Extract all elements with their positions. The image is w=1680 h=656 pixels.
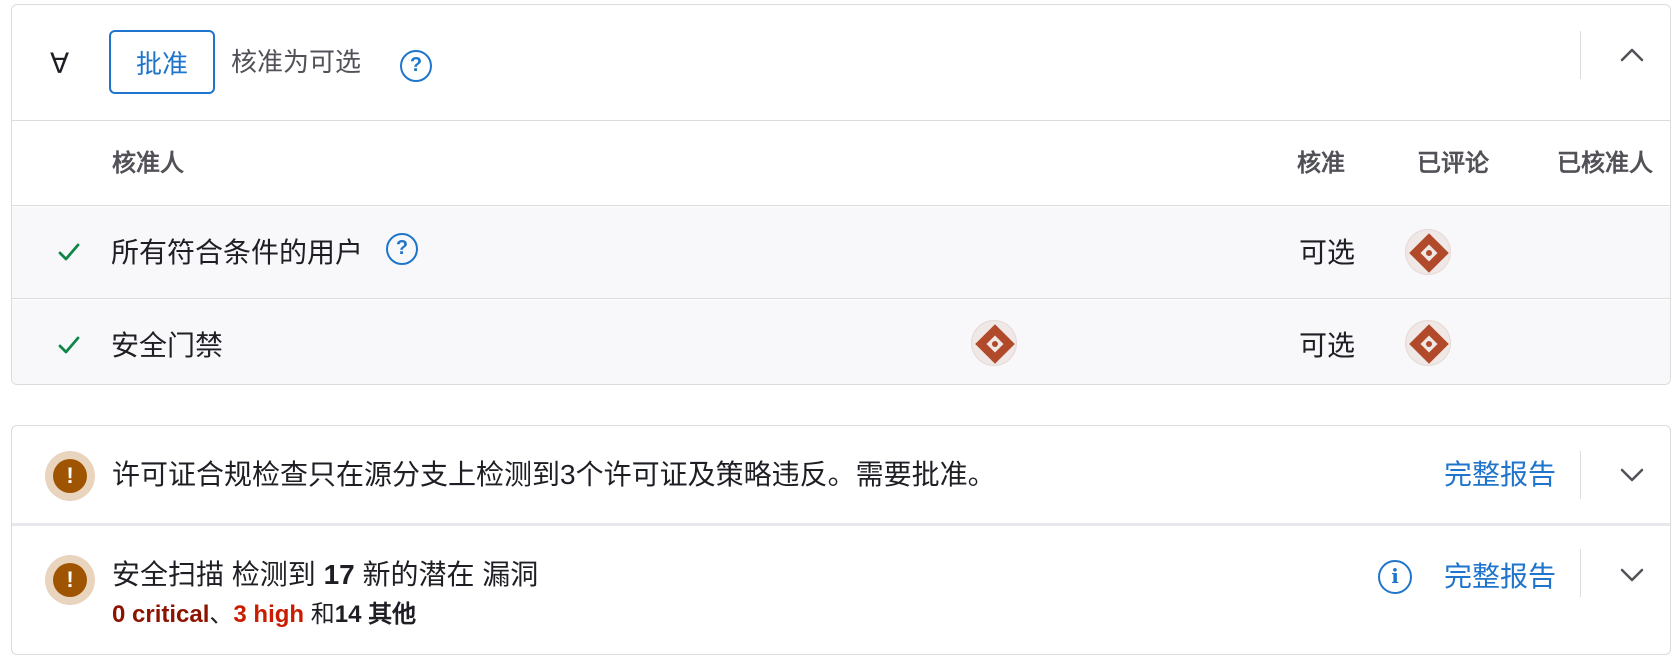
- divider: [1580, 31, 1581, 79]
- rule-name: 所有符合条件的用户: [111, 237, 364, 268]
- critical-count: 0 critical: [112, 601, 210, 628]
- approval-status: 核准为可选: [231, 47, 362, 77]
- full-report-link[interactable]: 完整报告: [1444, 559, 1556, 595]
- approval-rule-row: 所有符合条件的用户 ? 可选: [12, 207, 1670, 299]
- other-count: 14 其他: [334, 601, 417, 628]
- chevron-down-icon: [1620, 568, 1644, 582]
- help-icon[interactable]: ?: [400, 50, 432, 82]
- approval-table-header: 核准人 核准 已评论 已核准人: [12, 122, 1670, 206]
- divider: [1580, 451, 1581, 499]
- security-summary-prefix: 安全扫描 检测到: [112, 559, 324, 590]
- commenter-avatar[interactable]: [1405, 229, 1451, 275]
- expand-button[interactable]: [1608, 451, 1656, 499]
- severity-breakdown: 0 critical、3 high 和14 其他: [112, 599, 416, 631]
- security-summary: 安全扫描 检测到 17 新的潜在 漏洞: [112, 557, 538, 593]
- chevron-down-icon: [1620, 468, 1644, 482]
- warning-icon: !: [45, 555, 95, 605]
- warning-icon: !: [45, 451, 95, 501]
- info-icon[interactable]: i: [1378, 560, 1412, 594]
- separator: 和: [304, 601, 335, 628]
- chevron-up-icon: [1620, 48, 1644, 62]
- rule-name: 安全门禁: [111, 330, 224, 361]
- column-commented: 已评论: [1417, 150, 1489, 177]
- full-report-link[interactable]: 完整报告: [1444, 457, 1556, 493]
- divider: [1580, 549, 1581, 597]
- security-summary-suffix: 新的潜在 漏洞: [354, 559, 539, 590]
- expand-button[interactable]: [1608, 551, 1656, 599]
- license-summary: 许可证合规检查只在源分支上检测到3个许可证及策略违反。需要批准。: [112, 459, 996, 490]
- approval-icon: ∀: [50, 47, 70, 80]
- separator: 、: [209, 601, 234, 628]
- help-icon[interactable]: ?: [386, 233, 418, 265]
- rule-requirement: 可选: [1299, 237, 1356, 268]
- rule-requirement: 可选: [1299, 330, 1356, 361]
- commenter-avatar[interactable]: [1405, 320, 1451, 366]
- approver-avatar[interactable]: [971, 320, 1017, 366]
- license-compliance-widget: ! 许可证合规检查只在源分支上检测到3个许可证及策略违反。需要批准。 完整报告: [12, 426, 1670, 526]
- collapse-button[interactable]: [1608, 31, 1656, 79]
- vulnerability-count: 17: [323, 559, 355, 590]
- check-icon: [58, 243, 80, 261]
- report-widgets-card: ! 许可证合规检查只在源分支上检测到3个许可证及策略违反。需要批准。 完整报告 …: [11, 425, 1671, 655]
- approval-header: ∀ 批准 核准为可选 ?: [12, 5, 1670, 121]
- security-scan-widget: ! 安全扫描 检测到 17 新的潜在 漏洞 0 critical、3 high …: [12, 529, 1670, 654]
- approve-button[interactable]: 批准: [109, 30, 215, 94]
- approval-rule-row: 安全门禁 可选: [12, 300, 1670, 384]
- approval-card: ∀ 批准 核准为可选 ? 核准人 核准 已评论 已核准人 所有符合条件的用户 ?…: [11, 4, 1671, 385]
- column-approvers: 核准人: [112, 150, 184, 177]
- high-count: 3 high: [233, 601, 305, 628]
- check-icon: [58, 336, 80, 354]
- column-approved-by: 已核准人: [1557, 150, 1653, 177]
- column-approval: 核准: [1297, 150, 1345, 177]
